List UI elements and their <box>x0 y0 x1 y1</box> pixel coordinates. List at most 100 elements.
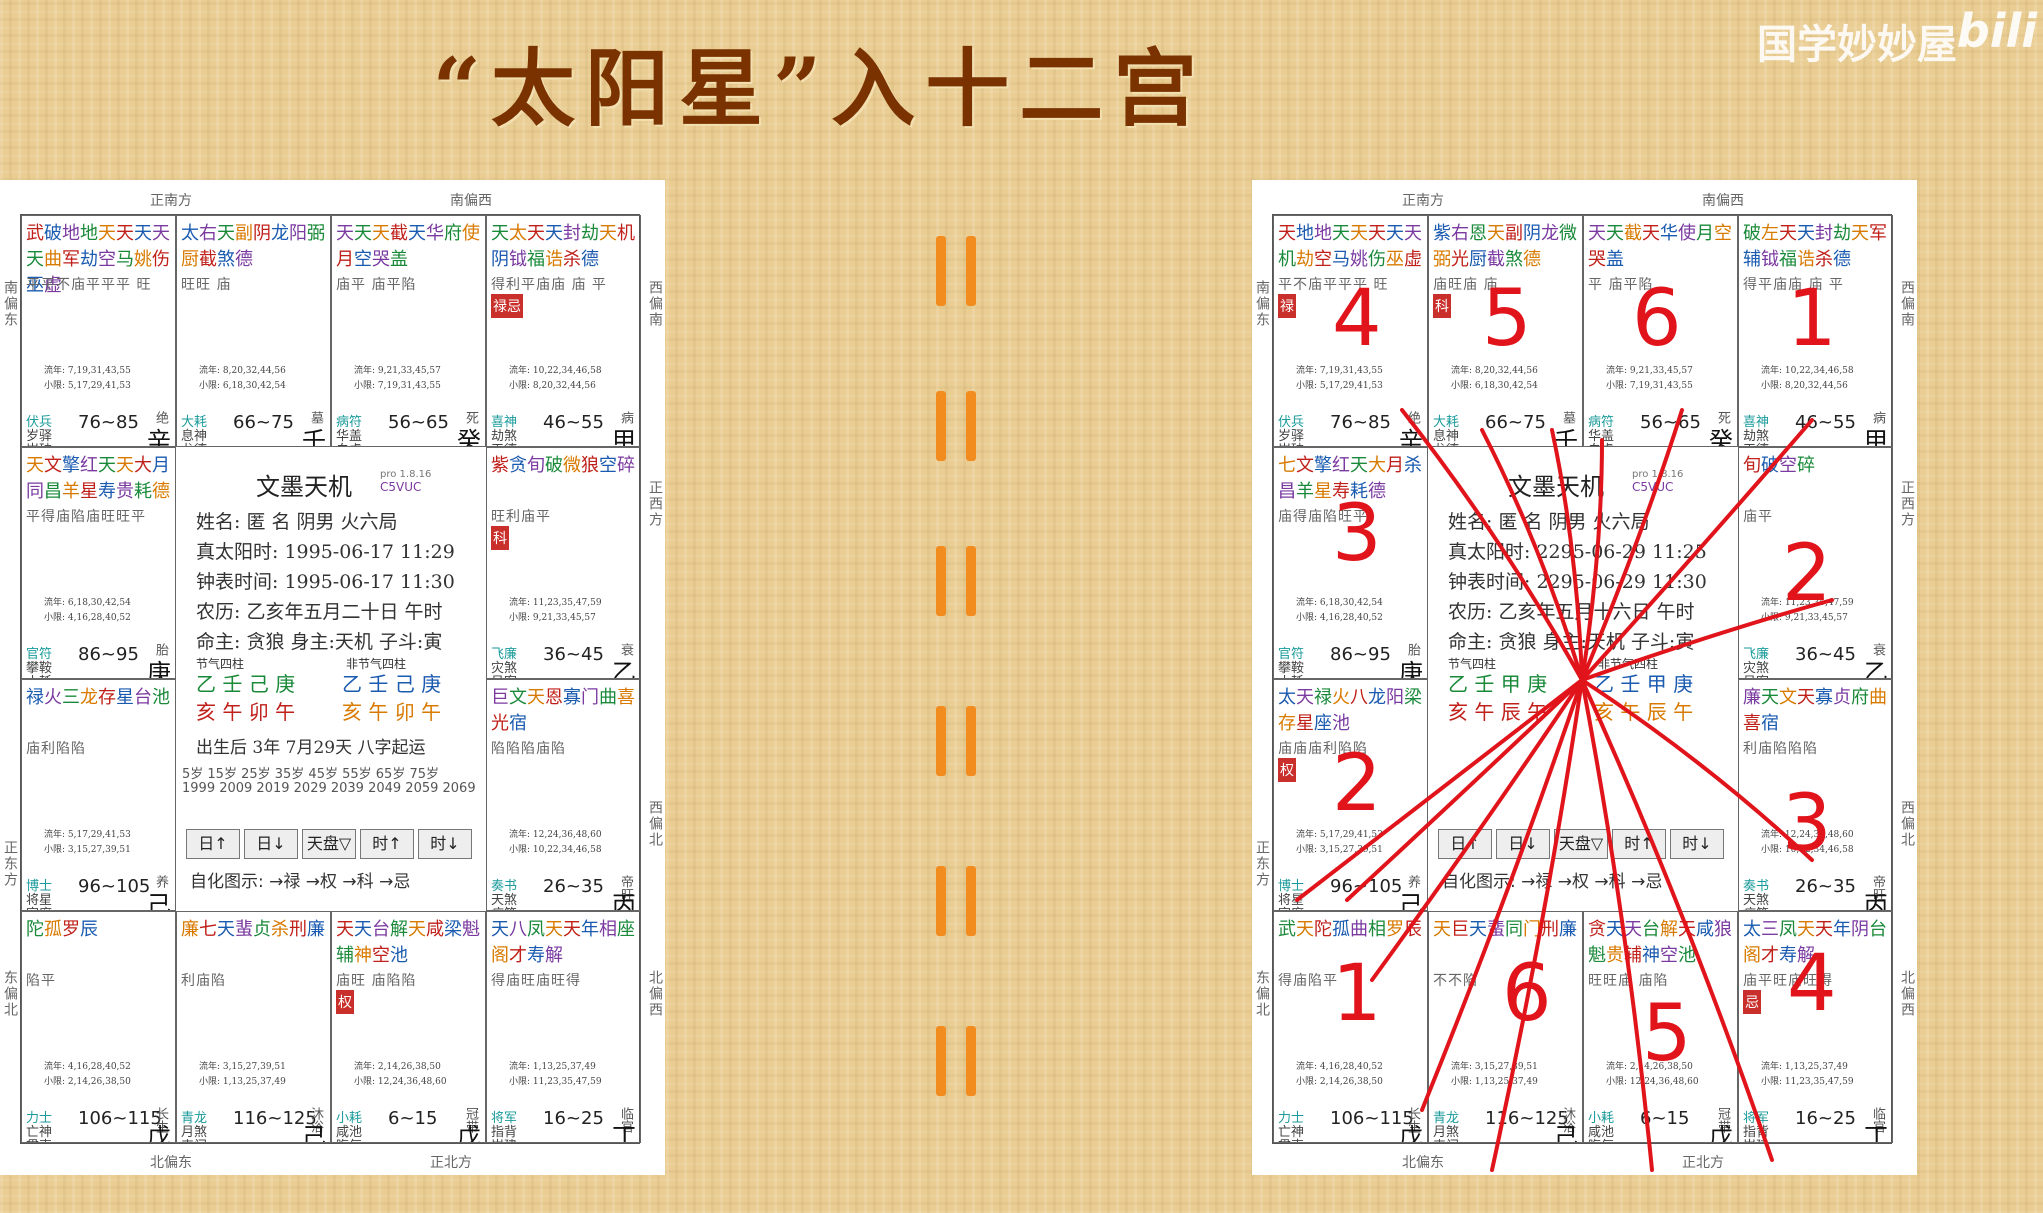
god-name: 亡神 <box>26 1125 53 1140</box>
birth-info-line: 命主: 贪狼 身主:天机 子斗:寅 <box>196 631 443 653</box>
ink-number: 5 <box>1482 274 1532 364</box>
changsheng-stage: 病 <box>618 411 633 424</box>
star-brightness: 陷陷陷庙陷 <box>491 741 566 757</box>
god-name: 攀鞍 <box>26 661 53 676</box>
minor-gods: 博士将星官府 <box>26 880 66 911</box>
changsheng-stage: 墓 <box>308 411 323 424</box>
star-names: 巨文天恩寡门曲喜光宿 <box>491 687 635 734</box>
liunian-xiaoxian: 流年: 8,20,32,44,56 小限: 6,18,30,42,54 <box>199 366 286 391</box>
star-brightness: 得庙旺庙旺得 <box>491 973 581 989</box>
nav-button-1[interactable]: 日↓ <box>244 829 298 859</box>
birth-info-line: 钟表时间: 1995-06-17 11:30 <box>196 571 455 593</box>
palace-ganzhi: 戊子 <box>457 1123 481 1143</box>
palace-wu[interactable]: 太右天副阴龙阳弼厨截煞德 旺旺 庙流年: 8,20,32,44,56 小限: 6,… <box>176 215 331 447</box>
direction-top-right: 南偏西 <box>450 193 492 209</box>
palace-xu[interactable]: 巨文天恩寡门曲喜光宿 陷陷陷庙陷 流年: 12,24,36,48,60 小限: 10… <box>486 679 641 911</box>
bilibili-logo: bili <box>1956 4 2037 58</box>
ink-number: 1 <box>1787 274 1837 364</box>
zihua-legend: 自化图示: →禄 →权 →科 →忌 <box>190 872 411 892</box>
direction-bottom-left: 北偏东 <box>150 1155 192 1171</box>
direction-left-upper: 南偏东 <box>2 280 18 328</box>
four-pillars-gan1: 乙 壬 己 庚 <box>196 672 296 696</box>
changsheng-stage: 衰 <box>618 643 633 656</box>
minor-gods: 伏兵岁驿岁破 <box>26 416 66 447</box>
star-brightness: 庙平 庙平陷 <box>336 277 417 293</box>
dayun-years: 1999 2009 2019 2029 2039 2049 2059 2069 <box>182 781 476 796</box>
decade-age-range: 86~95 <box>78 644 139 665</box>
god-name: 灾煞 <box>491 661 518 676</box>
star-brightness: 利庙陷 <box>181 973 226 989</box>
palace-si[interactable]: 武破地地天天天天天曲军劫空马姚伤巫虚 平平不庙平平平 旺流年: 7,19,31,4… <box>21 215 176 447</box>
version-code: C5VUC <box>380 480 422 494</box>
god-name: 奏书 <box>491 879 518 894</box>
god-name: 大耗 <box>181 415 208 430</box>
god-name: 天煞 <box>491 893 518 908</box>
dayun-ages: 5岁 15岁 25岁 35岁 45岁 55岁 65岁 75岁 <box>182 767 439 782</box>
star-brightness: 旺利庙平 <box>491 509 551 525</box>
star-brightness: 陷平 <box>26 973 56 989</box>
decade-age-range: 6~15 <box>388 1108 438 1129</box>
ink-number: 4 <box>1332 274 1382 364</box>
palace-you[interactable]: 紫贪旬破微狼空碎 旺利庙平科流年: 11,23,35,47,59 小限: 9,21… <box>486 447 641 679</box>
liunian-xiaoxian: 流年: 11,23,35,47,59 小限: 9,21,33,45,57 <box>509 598 602 623</box>
palace-yin[interactable]: 陀孤罗辰 陷平 流年: 4,16,28,40,52 小限: 2,14,26,38,5… <box>21 911 176 1143</box>
star-brightness: 得利平庙庙 庙 平 <box>491 277 607 293</box>
decade-age-range: 76~85 <box>78 412 139 433</box>
right-ziwei-chart: 正南方 南偏西 北偏东 正北方 南偏东 正东方 东偏北 西偏南 正西方 西偏北 北偏西 天地地天天天天… <box>1252 180 1917 1175</box>
minor-gods: 官符攀鞍小耗 <box>26 648 66 679</box>
palace-wei[interactable]: 天天天截天华府使月空哭盖 庙平 庙平陷 流年: 9,21,33,45,57 小限: … <box>331 215 486 447</box>
palace-mao[interactable]: 禄火三龙存星台池 庙利陷陷 流年: 5,17,29,41,53 小限: 3,15,2… <box>21 679 176 911</box>
god-name: 力士 <box>26 1111 53 1126</box>
palace-chou[interactable]: 廉七天蜚贞杀刑廉 利庙陷 流年: 3,15,27,39,51 小限: 1,13,25… <box>176 911 331 1143</box>
palace-hai[interactable]: 天八凤天天年相座阁才寿解 得庙旺庙旺得 流年: 1,13,25,37,49 小限: … <box>486 911 641 1143</box>
god-name: 将星 <box>26 893 53 908</box>
minor-gods: 力士亡神贯索 <box>26 1112 66 1143</box>
star-names: 太右天副阴龙阳弼厨截煞德 <box>181 223 325 270</box>
four-pillars-zhi1: 亥 午 卯 午 <box>196 700 296 724</box>
decade-age-range: 16~25 <box>543 1108 604 1129</box>
god-name: 息神 <box>181 429 208 444</box>
star-names: 天太天天封劫天机阴钺福诰杀德 <box>491 223 635 270</box>
star-names: 天天台解天咸梁魁辅神空池 <box>336 919 480 966</box>
red-ink-line <box>1420 678 1584 1112</box>
minor-gods: 喜神劫煞天德 <box>491 416 531 447</box>
channel-watermark: 国学妙妙屋 <box>1757 22 1957 68</box>
god-name: 指背 <box>491 1125 518 1140</box>
palace-ganzhi: 庚辰 <box>147 659 171 679</box>
star-brightness: 庙利陷陷 <box>26 741 86 757</box>
minor-gods: 奏书天煞病符 <box>491 880 531 911</box>
god-name: 华盖 <box>336 429 363 444</box>
palace-grid: 武破地地天天天天天曲军劫空马姚伤巫虚 平平不庙平平平 旺流年: 7,19,31,4… <box>20 214 641 1144</box>
palace-shen[interactable]: 天太天天封劫天机阴钺福诰杀德 得利平庙庙 庙 平禄忌 流年: 10,22,34,46… <box>486 215 641 447</box>
changsheng-stage: 绝 <box>153 411 168 424</box>
palace-ganzhi: 辛巳 <box>147 427 171 447</box>
ink-number: 2 <box>1332 739 1382 829</box>
palace-chen[interactable]: 天文擎红天天大月同昌羊星寿贵耗德 平得庙陷庙旺旺平 流年: 6,18,30,42,5… <box>21 447 176 679</box>
nav-button-4[interactable]: 时↓ <box>418 829 472 859</box>
ink-number: 1 <box>1332 949 1382 1039</box>
star-names: 天天天截天华府使月空哭盖 <box>336 223 480 270</box>
pillar-label: 非节气四柱 <box>346 657 407 671</box>
minor-gods: 小耗咸池晦气 <box>336 1112 376 1143</box>
liunian-xiaoxian: 流年: 1,13,25,37,49 小限: 11,23,35,47,59 <box>509 1062 602 1087</box>
god-name: 伏兵 <box>26 415 53 430</box>
red-ink-line <box>1580 678 1774 1162</box>
red-ink-line <box>1480 428 1584 682</box>
palace-ganzhi: 戊寅 <box>147 1123 171 1143</box>
nav-button-3[interactable]: 时↑ <box>360 829 414 859</box>
god-name: 丧门 <box>181 1140 221 1143</box>
star-brightness: 平得庙陷庙旺旺平 <box>26 509 146 525</box>
sihua-badge: 禄忌 <box>491 294 523 318</box>
god-name: 博士 <box>26 879 53 894</box>
palace-ganzhi: 丙戌 <box>612 891 636 911</box>
pillar-label: 节气四柱 <box>196 657 245 671</box>
nav-button-0[interactable]: 日↑ <box>186 829 240 859</box>
star-names: 天文擎红天天大月同昌羊星寿贵耗德 <box>26 455 170 502</box>
palace-zi[interactable]: 天天台解天咸梁魁辅神空池 庙旺 庙陷陷权流年: 2,14,26,38,50 小限:… <box>331 911 486 1143</box>
star-brightness: 庙旺 庙陷陷 <box>336 973 417 989</box>
red-ink-line <box>1345 678 1584 902</box>
left-ziwei-chart: 正南方 南偏西 北偏东 正北方 南偏东 正东方 东偏北 西偏南 正西方 西偏北 北偏西 武破地地天天天… <box>0 180 665 1175</box>
nav-button-2[interactable]: 天盘▽ <box>302 829 356 859</box>
liunian-xiaoxian: 流年: 4,16,28,40,52 小限: 2,14,26,38,50 <box>44 1062 131 1087</box>
palace-ganzhi: 丁亥 <box>612 1123 636 1143</box>
